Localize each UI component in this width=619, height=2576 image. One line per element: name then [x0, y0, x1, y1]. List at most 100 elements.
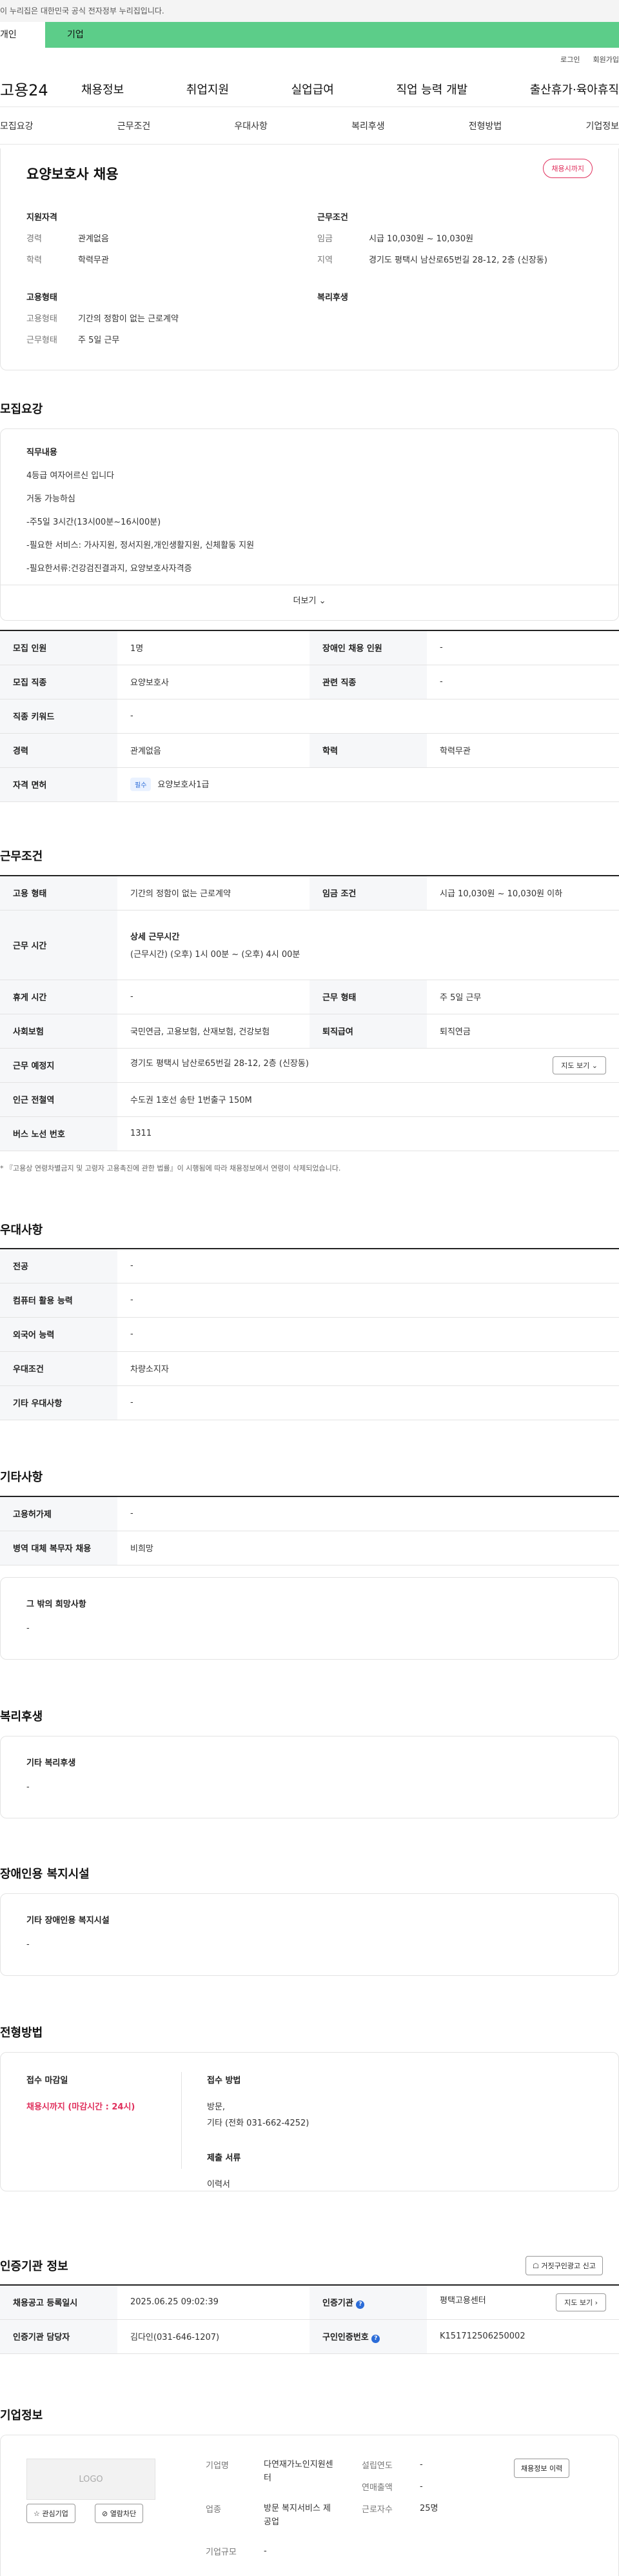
process-box: 접수 마감일 채용시까지 (마감시간 : 24시) 접수 방법 방문, 기타 (…: [0, 2052, 619, 2191]
job-duty-line: 4등급 여자어르신 입니다: [26, 471, 115, 481]
row-label: 모집 직종: [0, 665, 117, 699]
row-value: 학력무관: [427, 733, 619, 768]
anchor-preferences[interactable]: 우대사항: [234, 119, 268, 132]
employee-count-label: 근로자수: [362, 2505, 393, 2515]
conditions-heading: 근무조건: [317, 213, 348, 223]
employee-count-value: 25명: [420, 2504, 438, 2513]
row-label: 인근 전철역: [0, 1082, 117, 1117]
job-duty-line: 거동 가능하심: [26, 494, 75, 504]
anchor-welfare[interactable]: 복리후생: [351, 119, 385, 132]
table-row: 모집 인원 1명 장애인 채용 인원 -: [0, 630, 619, 665]
gnb-item-employment-support[interactable]: 취업지원: [186, 81, 229, 97]
report-fake-ad-button[interactable]: ☖ 거짓구인광고 신고: [526, 2256, 603, 2275]
government-notice-bar: 이 누리집은 대한민국 공식 전자정부 누리집입니다.: [0, 0, 619, 22]
age-footnote: * 『고용상 연령차별금지 및 고령자 고용촉진에 관한 법률』이 시행됨에 따…: [0, 1164, 341, 1172]
job-duty-line: -필요한서류:건강검진결과지, 요양보호사자격증: [26, 564, 192, 574]
map-view-button[interactable]: 지도 보기 ⌄: [553, 1056, 606, 1074]
cert-agency-label-cell: 인증기관 ?: [310, 2285, 427, 2320]
more-button[interactable]: 더보기 ⌄: [0, 585, 619, 617]
favorite-company-button[interactable]: ☆ 관심기업: [26, 2504, 75, 2523]
row-label: 근무 예정지: [0, 1048, 117, 1083]
utility-menu: 로그인 회원가입: [0, 48, 619, 71]
cert-table: 채용공고 등록일시 2025.06.25 09:02:39 인증기관 ? 평택고…: [0, 2284, 619, 2354]
wage-label: 임금: [317, 234, 333, 244]
block-view-button[interactable]: ⊘ 열람차단: [95, 2504, 144, 2523]
signup-link[interactable]: 회원가입: [593, 54, 619, 65]
work-type-value: 주 5일 근무: [78, 336, 120, 345]
table-row: 자격 면허 필수 요양보호사1급: [0, 767, 619, 802]
recruit-section-title: 모집요강: [0, 403, 43, 416]
row-label: 기타 우대사항: [0, 1385, 117, 1420]
welfare-etc-heading: 기타 복리후생: [26, 1758, 76, 1768]
table-row: 채용공고 등록일시 2025.06.25 09:02:39 인증기관 ? 평택고…: [0, 2285, 619, 2320]
job-title: 요양보호사 채용: [26, 166, 119, 182]
work-hours-cell: 상세 근무시간 (근무시간) (오후) 1시 00분 ~ (오후) 4시 00분: [117, 910, 619, 980]
table-row: 고용 형태 기간의 정함이 없는 근로계약 임금 조건 시급 10,030원 ~…: [0, 876, 619, 911]
region-value: 경기도 평택시 남산로65번길 28-12, 2층 (신장동): [369, 256, 547, 265]
row-label: 학력: [310, 733, 427, 768]
favorite-company-label: 관심기업: [42, 2510, 68, 2518]
anchor-process[interactable]: 전형방법: [469, 119, 502, 132]
row-label: 근무 시간: [0, 910, 117, 980]
gnb-item-parental-leave[interactable]: 출산휴가·육아휴직: [530, 81, 619, 97]
recruit-table: 모집 인원 1명 장애인 채용 인원 - 모집 직종 요양보호사 관련 직종 -…: [0, 630, 619, 802]
login-link[interactable]: 로그인: [560, 54, 580, 65]
tab-individual[interactable]: 개인: [0, 22, 45, 48]
apply-method-line: 방문,: [207, 2102, 226, 2112]
row-label: 고용 형태: [0, 876, 117, 911]
agency-map-button[interactable]: 지도 보기 ›: [556, 2293, 606, 2311]
anchor-company[interactable]: 기업정보: [585, 119, 619, 132]
report-fake-ad-label: 거짓구인광고 신고: [541, 2262, 596, 2270]
job-summary-card: 요양보호사 채용 채용시까지 지원자격 경력 관계없음 학력 학력무관 근무조건 임…: [0, 148, 619, 370]
etc-section-title: 기타사항: [0, 1471, 43, 1484]
employment-heading: 고용형태: [26, 293, 57, 303]
conditions-group: 근무조건 임금 시급 10,030원 ~ 10,030원 지역 경기도 평택시 남산…: [317, 210, 588, 274]
tab-enterprise[interactable]: 기업: [45, 22, 619, 48]
row-label: 외국어 능력: [0, 1317, 117, 1352]
row-value: K151712506250002: [427, 2319, 619, 2354]
industry-label: 업종: [206, 2505, 221, 2515]
row-value: -: [427, 665, 619, 699]
row-label: 장애인 채용 인원: [310, 630, 427, 665]
other-wishes-value: -: [26, 1624, 30, 1633]
job-history-label: 채용정보 이력: [521, 2464, 563, 2473]
table-row: 근무 시간 상세 근무시간 (근무시간) (오후) 1시 00분 ~ (오후) …: [0, 910, 619, 980]
row-label: 병역 대체 복무자 채용: [0, 1531, 117, 1565]
anchor-recruit[interactable]: 모집요강: [0, 119, 34, 132]
info-icon[interactable]: ?: [371, 2334, 380, 2343]
cert-section-title: 인증기관 정보: [0, 2260, 68, 2273]
global-navigation: 고용24 채용정보 취업지원 실업급여 직업 능력 개발 출산휴가·육아휴직: [0, 71, 619, 107]
welfare-box: 기타 복리후생 -: [0, 1736, 619, 1818]
info-icon[interactable]: ?: [356, 2300, 365, 2309]
block-icon: ⊘: [102, 2510, 108, 2518]
welfare-heading: 복리후생: [317, 293, 348, 303]
row-value: 평택고용센터: [440, 2295, 486, 2306]
table-row: 근무 예정지 경기도 평택시 남산로65번길 28-12, 2층 (신장동) 지…: [0, 1048, 619, 1083]
work-type-label: 근무형태: [26, 336, 57, 345]
table-row: 병역 대체 복무자 채용 비희망: [0, 1531, 619, 1565]
gnb-item-skills-development[interactable]: 직업 능력 개발: [396, 81, 467, 97]
row-label: 전공: [0, 1249, 117, 1283]
table-row: 직종 키워드 -: [0, 699, 619, 734]
table-row: 휴게 시간 - 근무 형태 주 5일 근무: [0, 980, 619, 1014]
employment-type-label: 고용형태: [26, 314, 57, 324]
gnb-item-unemployment-benefit[interactable]: 실업급여: [291, 81, 334, 97]
table-row: 인근 전철역 수도권 1호선 송탄 1번출구 150M: [0, 1082, 619, 1117]
row-label: 임금 조건: [310, 876, 427, 911]
table-row: 모집 직종 요양보호사 관련 직종 -: [0, 665, 619, 699]
education-label: 학력: [26, 256, 42, 265]
etc-table: 고용허가제 - 병역 대체 복무자 채용 비희망: [0, 1496, 619, 1565]
other-wishes-heading: 그 밖의 희망사항: [26, 1600, 86, 1609]
chevron-down-icon: ⌄: [591, 1061, 598, 1070]
table-row: 인증기관 담당자 김다인(031-646-1207) 구인인증번호 ? K151…: [0, 2319, 619, 2354]
deadline-label: 접수 마감일: [26, 2076, 68, 2086]
row-label: 직종 키워드: [0, 699, 117, 734]
job-history-button[interactable]: 채용정보 이력: [514, 2459, 570, 2478]
apply-method-label: 접수 방법: [207, 2076, 241, 2086]
row-value: -: [117, 1249, 619, 1283]
site-logo[interactable]: 고용24: [0, 77, 81, 100]
gnb-item-jobs[interactable]: 채용정보: [81, 81, 124, 97]
anchor-conditions[interactable]: 근무조건: [117, 119, 151, 132]
row-label: 근무 형태: [310, 980, 427, 1014]
founded-year-value: -: [420, 2460, 423, 2470]
